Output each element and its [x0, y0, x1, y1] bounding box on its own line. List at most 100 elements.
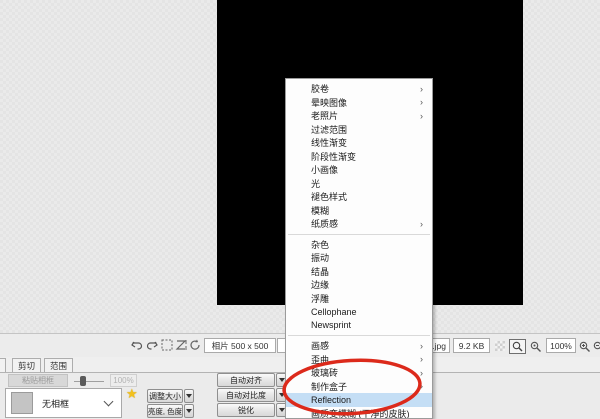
menu-item-newsprint[interactable]: Newsprint: [286, 319, 432, 333]
menu-item-filter-9[interactable]: 模糊: [286, 204, 432, 218]
auto-contrast-button[interactable]: 自动对比度: [217, 388, 275, 402]
menu-item-label: 线性渐变: [311, 136, 426, 149]
brightness-dropdown-button[interactable]: [184, 404, 194, 418]
brightness-label: 亮度, 色度: [148, 406, 182, 417]
menu-separator: [288, 335, 430, 336]
zoom-percent-label: 100%: [550, 341, 572, 351]
menu-item-reflection[interactable]: Reflection: [286, 393, 432, 407]
resize-label: 调整大小: [149, 391, 181, 402]
frame-select[interactable]: 无相框: [5, 388, 122, 418]
photo-size-field: 相片 500 x 500: [204, 338, 276, 353]
frame-swatch: [11, 392, 33, 414]
menu-item-filter-11[interactable]: 杂色: [286, 238, 432, 252]
undo-icon[interactable]: [130, 338, 144, 352]
menu-item-label: 画质变模糊 (干净的皮肤): [311, 407, 426, 419]
menu-separator: [288, 234, 430, 235]
menu-item-label: 胶卷: [311, 82, 420, 95]
menu-item-label: 结晶: [311, 265, 426, 278]
triangle-down-icon: [186, 409, 192, 413]
menu-item-label: 过滤范围: [311, 123, 426, 136]
menu-item-label: 晕映图像: [311, 96, 420, 109]
tab-range[interactable]: 范围: [44, 358, 73, 372]
menu-item-label: Reflection: [311, 395, 426, 405]
menu-item-filter-23[interactable]: 画质变模糊 (干净的皮肤): [286, 407, 432, 419]
redo-icon[interactable]: [145, 338, 159, 352]
menu-item-label: 老照片: [311, 109, 420, 122]
menu-item-label: 振动: [311, 251, 426, 264]
menu-item-label: 纸质感: [311, 217, 420, 230]
auto-align-label: 自动对齐: [230, 375, 262, 386]
triangle-down-icon: [279, 408, 285, 412]
menu-item-label: 小画像: [311, 163, 426, 176]
menu-item-label: 边缘: [311, 278, 426, 291]
menu-item-filter-5[interactable]: 阶段性渐变: [286, 150, 432, 164]
tab-partial[interactable]: 象: [0, 358, 6, 372]
resize-button[interactable]: 调整大小: [147, 389, 183, 403]
submenu-arrow-icon: ›: [420, 219, 423, 229]
menu-item-filter-6[interactable]: 小画像: [286, 163, 432, 177]
menu-item-filter-10[interactable]: 纸质感›: [286, 217, 432, 231]
frame-opacity-slider-handle[interactable]: [80, 376, 86, 386]
frame-opacity-label: 100%: [113, 376, 133, 385]
context-menu: 胶卷›晕映图像›老照片›过滤范围线性渐变阶段性渐变小画像光褪色样式模糊纸质感›杂…: [285, 78, 433, 419]
menu-item-label: 歪曲: [311, 353, 420, 366]
menu-item-filter-7[interactable]: 光: [286, 177, 432, 191]
menu-item-filter-2[interactable]: 老照片›: [286, 109, 432, 123]
file-size-label: 9.2 KB: [459, 341, 485, 351]
auto-align-button[interactable]: 自动对齐: [217, 373, 275, 387]
sharpen-label: 锐化: [238, 405, 254, 416]
frame-opacity-slider-track[interactable]: [74, 381, 104, 382]
menu-item-filter-20[interactable]: 玻璃砖›: [286, 366, 432, 380]
submenu-arrow-icon: ›: [420, 368, 423, 378]
resize-dropdown-button[interactable]: [184, 389, 194, 403]
menu-item-filter-21[interactable]: 制作盒子›: [286, 380, 432, 394]
submenu-arrow-icon: ›: [420, 341, 423, 351]
flip-resize-icon[interactable]: [174, 338, 188, 352]
submenu-arrow-icon: ›: [420, 354, 423, 364]
frame-select-value: 无相框: [42, 397, 105, 410]
menu-item-label: 模糊: [311, 204, 426, 217]
submenu-arrow-icon: ›: [420, 84, 423, 94]
zoom-percent-field[interactable]: 100%: [546, 338, 576, 353]
menu-item-filter-4[interactable]: 线性渐变: [286, 136, 432, 150]
triangle-down-icon: [279, 378, 285, 382]
menu-item-filter-14[interactable]: 边缘: [286, 278, 432, 292]
tab-crop[interactable]: 剪切: [12, 358, 41, 372]
menu-item-filter-1[interactable]: 晕映图像›: [286, 96, 432, 110]
favorite-star-icon[interactable]: ★: [126, 386, 138, 402]
brightness-button[interactable]: 亮度, 色度: [147, 404, 183, 418]
triangle-down-icon: [279, 393, 285, 397]
menu-item-label: Newsprint: [311, 320, 426, 330]
menu-item-label: Cellophane: [311, 307, 426, 317]
selection-grid-icon[interactable]: [160, 338, 174, 352]
paste-frame-label: 粘贴相框: [22, 375, 54, 386]
menu-item-label: 浮雕: [311, 292, 426, 305]
tab-label: 剪切: [18, 360, 35, 372]
menu-item-label: 阶段性渐变: [311, 150, 426, 163]
menu-item-label: 褪色样式: [311, 190, 426, 203]
file-size-field: 9.2 KB: [453, 338, 490, 353]
menu-item-filter-18[interactable]: 画感›: [286, 339, 432, 353]
tab-label: 范围: [50, 360, 67, 372]
menu-item-filter-8[interactable]: 褪色样式: [286, 190, 432, 204]
menu-item-label: 杂色: [311, 238, 426, 251]
chevron-down-icon: [104, 397, 114, 407]
menu-item-filter-3[interactable]: 过滤范围: [286, 123, 432, 137]
transparency-checker-icon: [495, 341, 505, 351]
menu-item-filter-12[interactable]: 振动: [286, 251, 432, 265]
zoom-fit-button[interactable]: [509, 339, 526, 354]
rotate-icon[interactable]: [188, 338, 202, 352]
sharpen-button[interactable]: 锐化: [217, 403, 275, 417]
submenu-arrow-icon: ›: [420, 381, 423, 391]
menu-item-filter-0[interactable]: 胶卷›: [286, 82, 432, 96]
auto-contrast-label: 自动对比度: [226, 390, 266, 401]
menu-item-cellophane[interactable]: Cellophane: [286, 305, 432, 319]
photo-editor-window: { "status_bar": { "photo_info": "相片 500 …: [0, 0, 600, 419]
menu-item-filter-15[interactable]: 浮雕: [286, 292, 432, 306]
menu-item-label: 光: [311, 177, 426, 190]
menu-item-label: 玻璃砖: [311, 366, 420, 379]
paste-frame-button: 粘贴相框: [8, 374, 68, 387]
menu-item-filter-19[interactable]: 歪曲›: [286, 353, 432, 367]
triangle-down-icon: [186, 394, 192, 398]
menu-item-filter-13[interactable]: 结晶: [286, 265, 432, 279]
